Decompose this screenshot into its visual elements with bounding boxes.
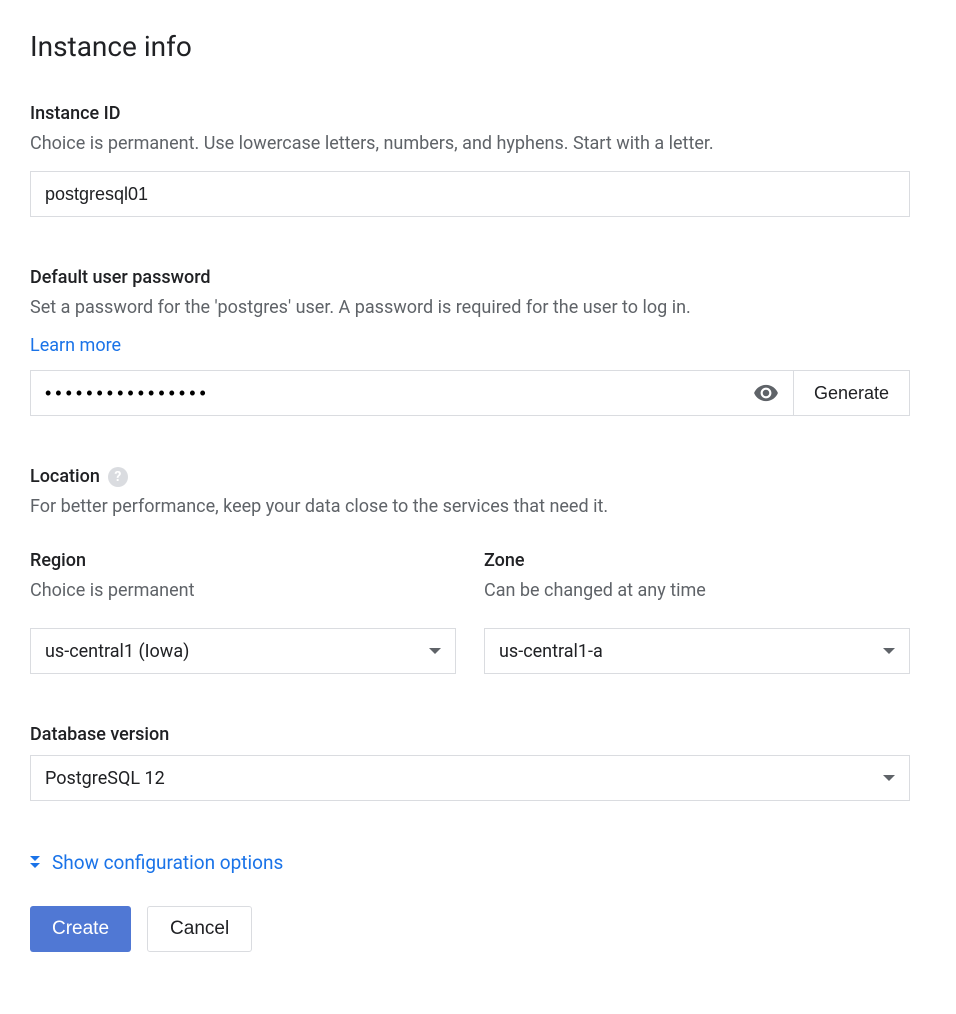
db-version-select[interactable]: PostgreSQL 12	[30, 755, 910, 801]
password-hint: Set a password for the 'postgres' user. …	[30, 294, 926, 321]
region-label: Region	[30, 550, 456, 571]
zone-label: Zone	[484, 550, 910, 571]
location-label: Location ?	[30, 466, 926, 487]
cancel-button[interactable]: Cancel	[147, 906, 252, 952]
show-config-toggle[interactable]: Show configuration options	[30, 851, 926, 874]
password-label: Default user password	[30, 267, 926, 288]
eye-icon[interactable]	[753, 380, 779, 406]
password-section: Default user password Set a password for…	[30, 267, 926, 416]
zone-hint: Can be changed at any time	[484, 577, 910, 604]
region-zone-row: Region Choice is permanent us-central1 (…	[30, 550, 910, 674]
password-input-wrapper	[30, 370, 793, 416]
page-title: Instance info	[30, 30, 926, 63]
show-config-label: Show configuration options	[52, 851, 283, 874]
instance-id-hint: Choice is permanent. Use lowercase lette…	[30, 130, 926, 157]
button-row: Create Cancel	[30, 906, 926, 952]
help-icon[interactable]: ?	[108, 467, 128, 487]
region-value: us-central1 (Iowa)	[45, 641, 189, 662]
location-section: Location ? For better performance, keep …	[30, 466, 926, 520]
zone-col: Zone Can be changed at any time us-centr…	[484, 550, 910, 674]
instance-id-input[interactable]	[30, 171, 910, 217]
region-col: Region Choice is permanent us-central1 (…	[30, 550, 456, 674]
dropdown-arrow-icon	[883, 648, 895, 654]
db-version-value: PostgreSQL 12	[45, 768, 165, 789]
learn-more-link[interactable]: Learn more	[30, 335, 121, 356]
db-version-label: Database version	[30, 724, 926, 745]
zone-select[interactable]: us-central1-a	[484, 628, 910, 674]
region-hint: Choice is permanent	[30, 577, 456, 604]
instance-id-label: Instance ID	[30, 103, 926, 124]
chevrons-down-icon	[30, 856, 40, 870]
db-version-section: Database version PostgreSQL 12	[30, 724, 926, 801]
instance-id-section: Instance ID Choice is permanent. Use low…	[30, 103, 926, 217]
dropdown-arrow-icon	[429, 648, 441, 654]
region-select[interactable]: us-central1 (Iowa)	[30, 628, 456, 674]
location-label-text: Location	[30, 466, 100, 487]
zone-value: us-central1-a	[499, 641, 603, 662]
password-input[interactable]	[31, 371, 753, 415]
location-hint: For better performance, keep your data c…	[30, 493, 926, 520]
generate-button[interactable]: Generate	[793, 370, 910, 416]
dropdown-arrow-icon	[883, 775, 895, 781]
create-button[interactable]: Create	[30, 906, 131, 952]
